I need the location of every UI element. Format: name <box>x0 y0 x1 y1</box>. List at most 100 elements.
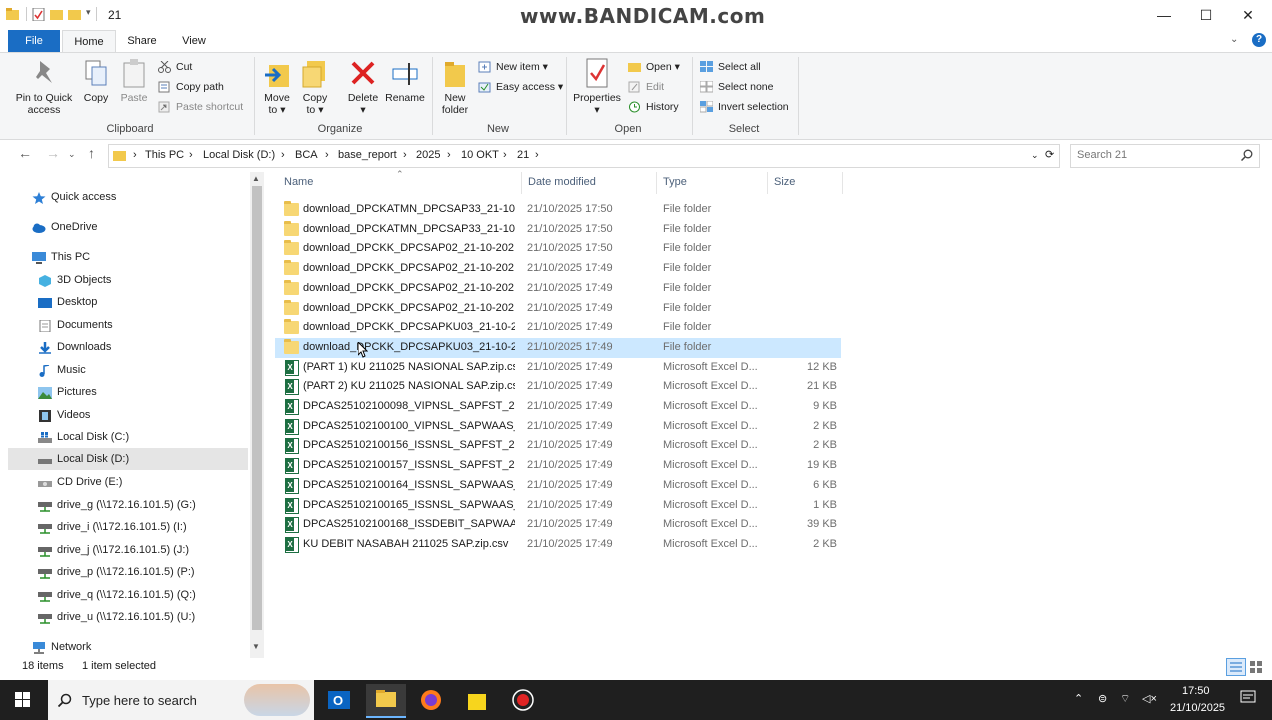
taskbar-search-input[interactable]: Type here to search <box>82 693 197 708</box>
file-row[interactable]: (PART 1) KU 211025 NASIONAL SAP.zip.csv 2… <box>275 358 841 378</box>
file-row[interactable]: download_DPCKATMN_DPCSAP33_21-10... 21/10… <box>275 220 841 240</box>
breadcrumb-separator[interactable]: › <box>133 149 137 161</box>
move-to-button[interactable]: Move to ▾ <box>260 57 294 116</box>
file-row[interactable]: download_DPCKK_DPCSAP02_21-10-202... 21/1… <box>275 299 841 319</box>
search-icon[interactable] <box>1240 149 1253 162</box>
column-divider[interactable] <box>767 172 768 194</box>
breadcrumb-separator[interactable]: › <box>325 149 329 161</box>
new-item-button[interactable]: New item ▾ <box>478 59 548 75</box>
new-folder-icon[interactable] <box>50 8 63 21</box>
sticky-notes-icon[interactable] <box>460 686 494 714</box>
wifi-icon[interactable]: ⌔ <box>1120 692 1130 706</box>
column-divider[interactable] <box>842 172 843 194</box>
file-row[interactable]: (PART 2) KU 211025 NASIONAL SAP.zip.csv 2… <box>275 377 841 397</box>
copy-path-button[interactable]: Copy path <box>158 79 224 95</box>
column-type[interactable]: Type <box>663 176 687 188</box>
pin-quick-access-button[interactable]: Pin to Quick access <box>10 57 78 116</box>
folder-icon[interactable] <box>68 8 81 21</box>
column-divider[interactable] <box>656 172 657 194</box>
tab-home[interactable]: Home <box>62 30 116 53</box>
breadcrumb-2025[interactable]: 2025 <box>416 149 440 161</box>
forward-arrow-icon[interactable]: → <box>46 145 60 161</box>
breadcrumb-bca[interactable]: BCA <box>295 149 318 161</box>
large-icons-view-icon[interactable] <box>1248 659 1264 675</box>
outlook-icon[interactable]: O <box>322 686 356 714</box>
breadcrumb-local-disk-d[interactable]: Local Disk (D:) <box>203 149 275 161</box>
file-row[interactable]: download_DPCKK_DPCSAP02_21-10-202... 21/1… <box>275 259 841 279</box>
history-button[interactable]: History <box>628 99 679 115</box>
file-row[interactable]: KU DEBIT NASABAH 211025 SAP.zip.csv 21/10… <box>275 535 841 555</box>
windows-start-icon[interactable] <box>6 686 40 714</box>
select-none-button[interactable]: Select none <box>699 79 773 95</box>
properties-button[interactable]: Properties ▾ <box>570 57 624 116</box>
file-row[interactable]: download_DPCKK_DPCSAPKU03_21-10-2... 21/1… <box>275 318 841 338</box>
copy-button[interactable]: Copy <box>78 57 114 104</box>
breadcrumb-separator[interactable]: › <box>503 149 507 161</box>
column-size[interactable]: Size <box>774 176 795 188</box>
edit-button[interactable]: Edit <box>628 79 664 95</box>
scroll-down-icon[interactable]: ▼ <box>252 642 260 651</box>
paste-shortcut-button[interactable]: Paste shortcut <box>158 99 243 115</box>
column-divider[interactable] <box>521 172 522 194</box>
breadcrumb-separator[interactable]: › <box>281 149 285 161</box>
breadcrumb-21[interactable]: 21 <box>517 149 529 161</box>
refresh-icon[interactable]: ⟳ <box>1045 148 1054 161</box>
help-icon[interactable]: ? <box>1252 33 1266 47</box>
file-explorer-taskbar-icon[interactable] <box>366 684 406 718</box>
breadcrumb-this-pc[interactable]: This PC <box>145 149 184 161</box>
paste-button[interactable]: Paste <box>116 57 152 104</box>
search-input[interactable]: Search 21 <box>1077 149 1127 161</box>
up-arrow-icon[interactable]: ↑ <box>88 145 95 161</box>
expand-ribbon-icon[interactable]: ⌄ <box>1230 34 1238 45</box>
tab-file[interactable]: File <box>8 30 60 52</box>
invert-selection-button[interactable]: Invert selection <box>699 99 789 115</box>
breadcrumb-base-report[interactable]: base_report <box>338 149 397 161</box>
breadcrumb-separator[interactable]: › <box>535 149 539 161</box>
copy-to-button[interactable]: Copy to ▾ <box>298 57 332 116</box>
column-name[interactable]: Name <box>284 176 313 188</box>
file-row[interactable]: DPCAS25102100157_ISSNSL_SAPFST_2110... 21… <box>275 456 841 476</box>
recent-locations-icon[interactable]: ⌄ <box>68 149 76 160</box>
minimize-button[interactable]: — <box>1144 4 1184 26</box>
file-row[interactable]: DPCAS25102100168_ISSDEBIT_SAPWAAS_... 21/… <box>275 515 841 535</box>
file-row[interactable]: DPCAS25102100156_ISSNSL_SAPFST_2110... 21… <box>275 436 841 456</box>
properties-icon[interactable] <box>32 7 45 22</box>
delete-button[interactable]: Delete ▾ <box>344 57 382 116</box>
file-row[interactable]: DPCAS25102100100_VIPNSL_SAPWAAS_2... 21/1… <box>275 417 841 437</box>
taskbar-date[interactable]: 21/10/2025 <box>1170 702 1225 714</box>
file-row[interactable]: DPCAS25102100165_ISSNSL_SAPWAAS_2... 21/1… <box>275 496 841 516</box>
file-row[interactable]: DPCAS25102100164_ISSNSL_SAPWAAS_2... 21/1… <box>275 476 841 496</box>
address-bar[interactable]: › This PC › Local Disk (D:) › BCA › base… <box>108 144 1060 168</box>
select-all-button[interactable]: Select all <box>700 59 761 75</box>
file-row[interactable]: DPCAS25102100098_VIPNSL_SAPFST_211... 21/… <box>275 397 841 417</box>
nav-scrollbar-thumb[interactable] <box>252 186 262 630</box>
firefox-icon[interactable] <box>414 686 448 714</box>
show-hidden-icons-icon[interactable]: ⌃ <box>1074 692 1083 705</box>
breadcrumb-10-okt[interactable]: 10 OKT <box>461 149 499 161</box>
easy-access-button[interactable]: Easy access ▾ <box>478 79 563 95</box>
file-row[interactable]: download_DPCKATMN_DPCSAP33_21-10... 21/10… <box>275 200 841 220</box>
volume-icon[interactable]: ◁× <box>1142 692 1157 705</box>
back-arrow-icon[interactable]: ← <box>18 145 32 161</box>
customize-qa-icon[interactable]: ▾ <box>86 7 91 18</box>
details-view-icon[interactable] <box>1226 658 1246 676</box>
rename-button[interactable]: Rename <box>384 57 426 104</box>
notifications-icon[interactable] <box>1240 690 1256 706</box>
search-highlight-image[interactable] <box>244 684 310 716</box>
scroll-up-icon[interactable]: ▲ <box>252 174 260 183</box>
file-row[interactable]: download_DPCKK_DPCSAP02_21-10-202... 21/1… <box>275 279 841 299</box>
tab-view[interactable]: View <box>170 30 218 52</box>
search-box[interactable]: Search 21 <box>1070 144 1260 168</box>
file-row[interactable]: download_DPCKK_DPCSAP02_21-10-202... 21/1… <box>275 239 841 259</box>
breadcrumb-separator[interactable]: › <box>189 149 193 161</box>
bandicam-record-icon[interactable] <box>506 686 540 714</box>
cut-button[interactable]: Cut <box>158 59 192 75</box>
breadcrumb-separator[interactable]: › <box>403 149 407 161</box>
tab-share[interactable]: Share <box>118 30 166 52</box>
taskbar-search-box[interactable]: Type here to search <box>48 680 314 720</box>
network-status-icon[interactable]: ⊜ <box>1098 692 1107 705</box>
new-folder-button[interactable]: New folder <box>436 57 474 116</box>
taskbar-time[interactable]: 17:50 <box>1182 685 1210 697</box>
open-button[interactable]: Open ▾ <box>628 59 680 75</box>
column-date-modified[interactable]: Date modified <box>528 176 596 188</box>
